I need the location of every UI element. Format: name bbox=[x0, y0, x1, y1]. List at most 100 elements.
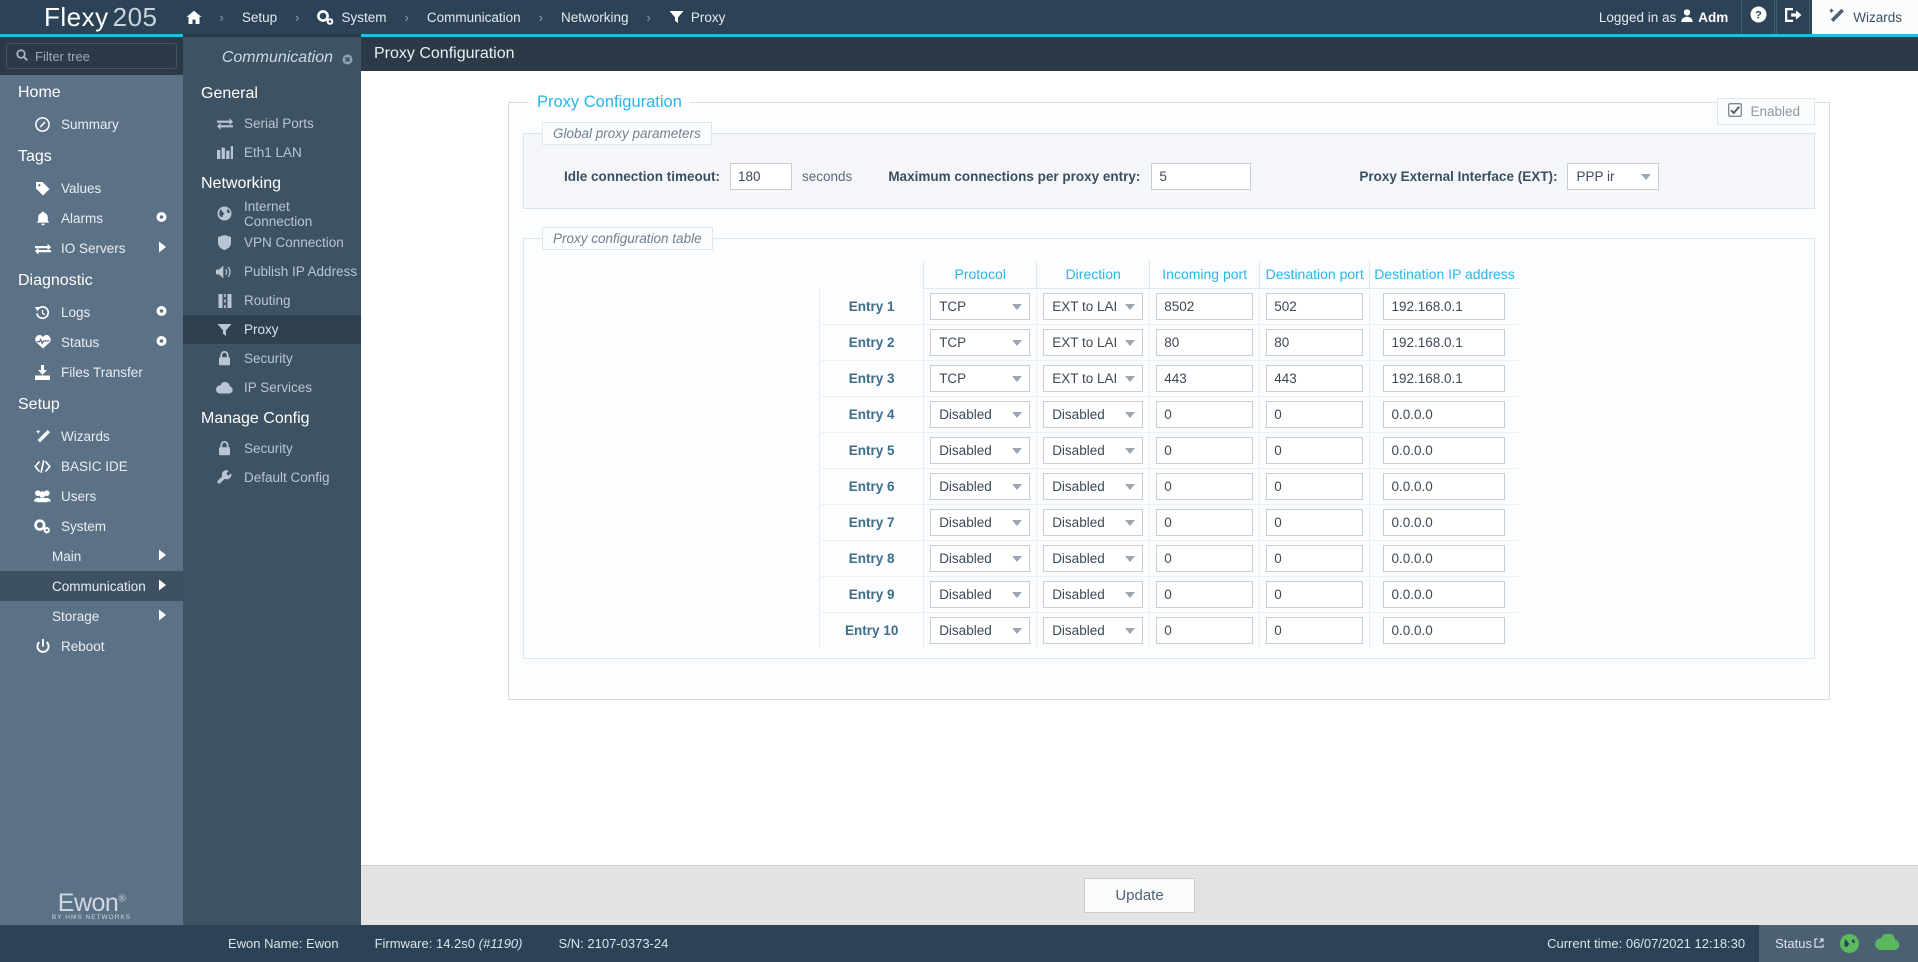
direction-select[interactable]: Disabled bbox=[1043, 617, 1144, 644]
protocol-select[interactable]: Disabled bbox=[930, 401, 1031, 428]
incoming-port-input[interactable] bbox=[1156, 545, 1254, 572]
direction-select[interactable]: Disabled bbox=[1043, 581, 1144, 608]
incoming-port-input[interactable] bbox=[1156, 437, 1254, 464]
protocol-select[interactable]: Disabled bbox=[930, 473, 1031, 500]
sidebar-item-basic-ide[interactable]: BASIC IDE bbox=[0, 451, 183, 481]
direction-select[interactable]: EXT to LAI bbox=[1043, 329, 1144, 356]
help-button[interactable]: ? bbox=[1741, 0, 1776, 34]
destination-port-input[interactable] bbox=[1266, 401, 1364, 428]
panel2-item-publish-ip-address[interactable]: Publish IP Address bbox=[183, 257, 361, 286]
destination-port-input[interactable] bbox=[1266, 617, 1364, 644]
direction-select[interactable]: Disabled bbox=[1043, 401, 1144, 428]
gear-badge-icon[interactable] bbox=[156, 335, 167, 350]
wizards-button[interactable]: Wizards bbox=[1812, 0, 1918, 34]
protocol-select[interactable]: Disabled bbox=[930, 437, 1031, 464]
destination-port-input[interactable] bbox=[1266, 293, 1364, 320]
protocol-select[interactable]: Disabled bbox=[930, 581, 1031, 608]
sidebar-item-reboot[interactable]: Reboot bbox=[0, 631, 183, 661]
protocol-select[interactable]: Disabled bbox=[930, 545, 1031, 572]
panel2-item-eth1-lan[interactable]: Eth1 LAN bbox=[183, 138, 361, 167]
panel2-item-internet-connection[interactable]: Internet Connection bbox=[183, 199, 361, 229]
sidebar-item-system[interactable]: System bbox=[0, 511, 183, 541]
breadcrumb-item-networking[interactable]: Networking bbox=[551, 10, 639, 25]
destination-ip-input[interactable] bbox=[1383, 401, 1506, 428]
sidebar-item-main[interactable]: Main bbox=[0, 541, 183, 571]
chevron-right-icon[interactable] bbox=[158, 579, 167, 594]
close-icon[interactable] bbox=[342, 52, 353, 70]
destination-ip-input[interactable] bbox=[1383, 509, 1506, 536]
panel2-item-proxy[interactable]: Proxy bbox=[183, 315, 361, 344]
sidebar-item-logs[interactable]: Logs bbox=[0, 297, 183, 327]
logout-button[interactable] bbox=[1776, 0, 1811, 34]
destination-port-input[interactable] bbox=[1266, 545, 1364, 572]
destination-port-input[interactable] bbox=[1266, 581, 1364, 608]
panel2-item-serial-ports[interactable]: Serial Ports bbox=[183, 109, 361, 138]
incoming-port-input[interactable] bbox=[1156, 329, 1254, 356]
sidebar-item-io-servers[interactable]: IO Servers bbox=[0, 233, 183, 263]
breadcrumb-item-proxy[interactable]: Proxy bbox=[659, 10, 736, 25]
destination-ip-input[interactable] bbox=[1383, 473, 1506, 500]
sidebar-item-communication[interactable]: Communication bbox=[0, 571, 183, 601]
direction-select[interactable]: Disabled bbox=[1043, 473, 1144, 500]
incoming-port-input[interactable] bbox=[1156, 617, 1254, 644]
sidebar-item-summary[interactable]: Summary bbox=[0, 109, 183, 139]
max-connections-input[interactable] bbox=[1151, 163, 1252, 190]
direction-select[interactable]: EXT to LAI bbox=[1043, 365, 1144, 392]
sidebar-item-values[interactable]: Values bbox=[0, 173, 183, 203]
sidebar-item-wizards[interactable]: Wizards bbox=[0, 421, 183, 451]
chevron-right-icon[interactable] bbox=[158, 609, 167, 624]
sidebar-item-status[interactable]: Status bbox=[0, 327, 183, 357]
protocol-select[interactable]: TCP bbox=[930, 329, 1031, 356]
breadcrumb-item-communication[interactable]: Communication bbox=[417, 10, 531, 25]
incoming-port-input[interactable] bbox=[1156, 473, 1254, 500]
protocol-select[interactable]: Disabled bbox=[930, 617, 1031, 644]
destination-ip-input[interactable] bbox=[1383, 365, 1506, 392]
idle-timeout-input[interactable] bbox=[730, 163, 793, 190]
breadcrumb-item-system[interactable]: System bbox=[307, 10, 396, 25]
direction-select[interactable]: Disabled bbox=[1043, 545, 1144, 572]
incoming-port-input[interactable] bbox=[1156, 401, 1254, 428]
destination-port-input[interactable] bbox=[1266, 329, 1364, 356]
status-link[interactable]: Status bbox=[1775, 936, 1824, 951]
panel2-item-manage-security[interactable]: Security bbox=[183, 434, 361, 463]
update-button[interactable]: Update bbox=[1084, 878, 1195, 913]
filter-tree-input[interactable] bbox=[35, 48, 167, 64]
destination-ip-input[interactable] bbox=[1383, 293, 1506, 320]
protocol-select[interactable]: TCP bbox=[930, 293, 1031, 320]
gear-badge-icon[interactable] bbox=[156, 211, 167, 226]
destination-ip-input[interactable] bbox=[1383, 329, 1506, 356]
protocol-select[interactable]: Disabled bbox=[930, 509, 1031, 536]
destination-ip-input[interactable] bbox=[1383, 617, 1506, 644]
sidebar-item-alarms[interactable]: Alarms bbox=[0, 203, 183, 233]
panel2-item-security[interactable]: Security bbox=[183, 344, 361, 373]
panel2-item-vpn-connection[interactable]: VPN Connection bbox=[183, 228, 361, 257]
enabled-checkbox[interactable]: Enabled bbox=[1717, 98, 1815, 125]
panel2-item-routing[interactable]: Routing bbox=[183, 286, 361, 315]
destination-port-input[interactable] bbox=[1266, 473, 1364, 500]
breadcrumb-item-setup[interactable]: Setup bbox=[232, 10, 287, 25]
direction-select[interactable]: EXT to LAI bbox=[1043, 293, 1144, 320]
chevron-right-icon[interactable] bbox=[158, 549, 167, 564]
sidebar-item-files-transfer[interactable]: Files Transfer bbox=[0, 357, 183, 387]
incoming-port-input[interactable] bbox=[1156, 293, 1254, 320]
proxy-external-interface-select[interactable]: PPP ir bbox=[1567, 163, 1660, 190]
sidebar-item-users[interactable]: Users bbox=[0, 481, 183, 511]
destination-port-input[interactable] bbox=[1266, 509, 1364, 536]
sidebar-item-storage[interactable]: Storage bbox=[0, 601, 183, 631]
incoming-port-input[interactable] bbox=[1156, 365, 1254, 392]
direction-select[interactable]: Disabled bbox=[1043, 437, 1144, 464]
panel2-item-default-config[interactable]: Default Config bbox=[183, 463, 361, 492]
destination-port-input[interactable] bbox=[1266, 437, 1364, 464]
chevron-right-icon[interactable] bbox=[158, 241, 167, 256]
panel2-item-ip-services[interactable]: IP Services bbox=[183, 373, 361, 402]
breadcrumb-item-home[interactable] bbox=[176, 10, 212, 25]
destination-port-input[interactable] bbox=[1266, 365, 1364, 392]
destination-ip-input[interactable] bbox=[1383, 545, 1506, 572]
destination-ip-input[interactable] bbox=[1383, 581, 1506, 608]
incoming-port-input[interactable] bbox=[1156, 581, 1254, 608]
direction-select[interactable]: Disabled bbox=[1043, 509, 1144, 536]
filter-tree-box[interactable] bbox=[6, 43, 177, 69]
destination-ip-input[interactable] bbox=[1383, 437, 1506, 464]
gear-badge-icon[interactable] bbox=[156, 305, 167, 320]
incoming-port-input[interactable] bbox=[1156, 509, 1254, 536]
